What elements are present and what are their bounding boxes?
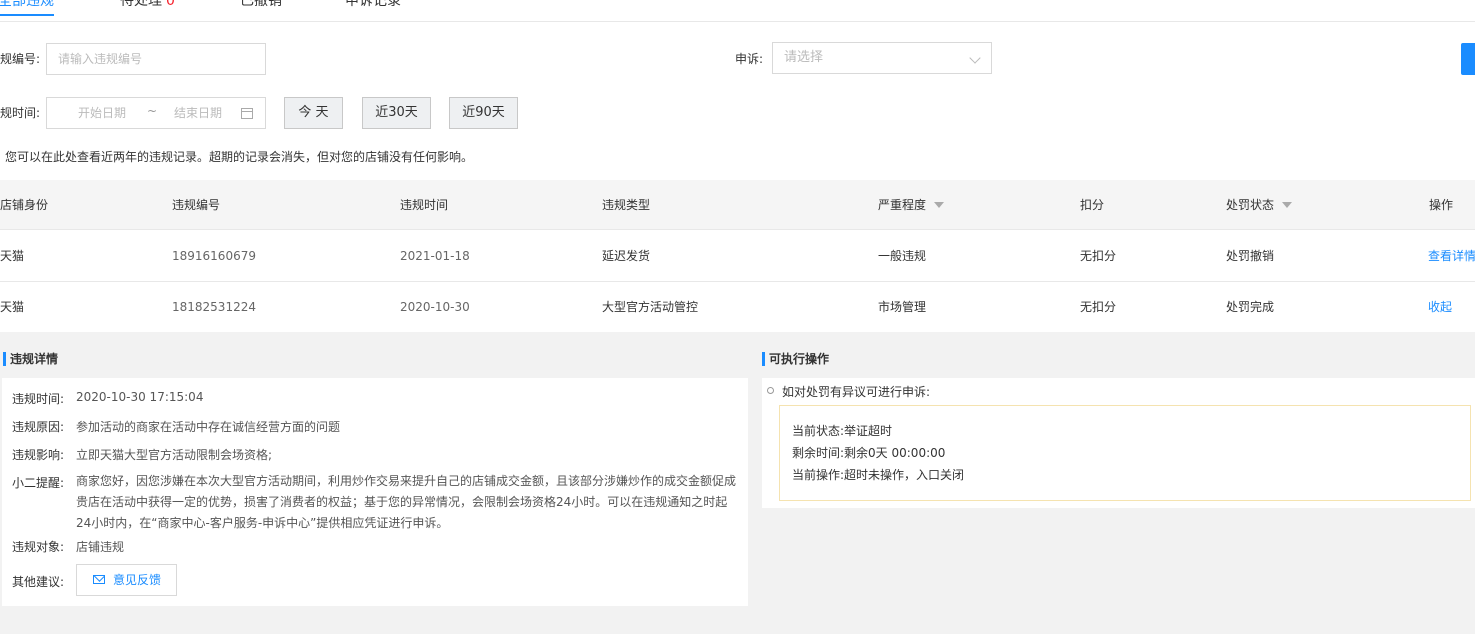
detail-target-value: 店铺违规 — [76, 540, 125, 554]
tab-all-violations[interactable]: 全部违规 — [0, 0, 54, 16]
row-violation-time: 2020-10-30 — [400, 300, 470, 314]
col-violation-id: 违规编号 — [172, 198, 221, 212]
table-row: 天猫 18916160679 2021-01-18 延迟发货 一般违规 无扣分 … — [0, 231, 1475, 282]
detail-reminder-key: 小二提醒: — [12, 476, 65, 490]
col-shop-identity: 店铺身份 — [0, 198, 49, 212]
collapse-link[interactable]: 收起 — [1428, 282, 1452, 332]
row-severity: 一般违规 — [878, 249, 927, 263]
table-row: 天猫 18182531224 2020-10-30 大型官方活动管控 市场管理 … — [0, 282, 1475, 333]
filter-icon[interactable] — [1282, 201, 1293, 208]
violation-time-label: 规时间: — [0, 106, 41, 120]
col-deduction: 扣分 — [1080, 198, 1105, 212]
col-violation-type: 违规类型 — [602, 198, 651, 212]
records-notice: 您可以在此处查看近两年的违规记录。超期的记录会消失，但对您的店铺没有任何影响。 — [5, 150, 474, 164]
tab-revoked[interactable]: 已撤销 — [240, 0, 282, 10]
available-actions-title: 可执行操作 — [762, 352, 829, 366]
row-penalty-status: 处罚撤销 — [1226, 249, 1275, 263]
appeal-select-placeholder: 请选择 — [784, 50, 824, 65]
calendar-icon — [241, 108, 253, 119]
col-penalty-status-label: 处罚状态 — [1226, 198, 1275, 212]
detail-reminder-value: 商家您好，因您涉嫌在本次大型官方活动期间，利用炒作交易来提升自己的店铺成交金额，… — [76, 474, 737, 530]
row-deduction: 无扣分 — [1080, 300, 1117, 314]
col-severity: 严重程度 — [878, 180, 945, 230]
today-button[interactable]: 今 天 — [284, 97, 343, 129]
detail-impact-key: 违规影响: — [12, 448, 65, 462]
row-violation-id: 18916160679 — [172, 249, 256, 263]
feedback-button[interactable]: 意见反馈 — [76, 564, 177, 596]
view-details-link[interactable]: 查看详情 — [1428, 231, 1475, 281]
tab-label: 已撤销 — [240, 0, 282, 9]
search-button[interactable] — [1461, 43, 1475, 75]
detail-impact-value: 立即天猫大型官方活动限制会场资格; — [76, 448, 273, 462]
detail-time-value: 2020-10-30 17:15:04 — [76, 390, 204, 404]
filter-icon[interactable] — [934, 201, 945, 208]
start-date-placeholder: 开始日期 — [78, 106, 127, 120]
pending-count-badge: 0 — [166, 0, 175, 9]
date-range-picker[interactable]: 开始日期 ~ 结束日期 — [46, 97, 266, 129]
tab-appeal-records[interactable]: 申诉记录 — [345, 0, 401, 10]
tab-label: 全部违规 — [0, 0, 54, 9]
detail-time-key: 违规时间: — [12, 392, 65, 406]
col-severity-label: 严重程度 — [878, 198, 927, 212]
row-violation-id: 18182531224 — [172, 300, 256, 314]
current-operation-value: 超时未操作，入口关闭 — [844, 468, 965, 482]
row-violation-time: 2021-01-18 — [400, 249, 470, 263]
table-header: 店铺身份 违规编号 违规时间 违规类型 严重程度 扣分 处罚状态 操作 — [0, 180, 1475, 230]
date-range-separator: ~ — [147, 104, 158, 118]
appeal-hint: 如对处罚有异议可进行申诉: — [782, 385, 931, 399]
col-violation-time: 违规时间 — [400, 198, 449, 212]
appeal-status-box: 当前状态:举证超时 剩余时间:剩余0天 00:00:00 当前操作:超时未操作，… — [779, 405, 1471, 501]
appeal-select[interactable]: 请选择 — [772, 42, 992, 74]
current-operation: 当前操作:超时未操作，入口关闭 — [792, 466, 964, 483]
row-penalty-status: 处罚完成 — [1226, 300, 1275, 314]
remaining-time-key: 剩余时间: — [792, 446, 845, 460]
detail-suggest-key: 其他建议: — [12, 575, 65, 589]
violation-id-input[interactable]: 请输入违规编号 — [46, 43, 266, 75]
tab-label: 申诉记录 — [345, 0, 401, 9]
last-30-days-button[interactable]: 近30天 — [362, 97, 431, 129]
chevron-down-icon — [969, 52, 981, 64]
tab-bar: 全部违规 待处理 0 已撤销 申诉记录 — [0, 0, 1475, 22]
current-operation-key: 当前操作: — [792, 468, 845, 482]
row-shop-identity: 天猫 — [0, 249, 25, 263]
violation-id-placeholder: 请输入违规编号 — [58, 52, 143, 66]
violation-records-page: 全部违规 待处理 0 已撤销 申诉记录 规编号: 请输入违规编号 申诉: 请选择 … — [0, 0, 1475, 634]
mail-icon — [93, 575, 105, 584]
detail-target-key: 违规对象: — [12, 540, 65, 554]
feedback-button-label: 意见反馈 — [113, 573, 162, 587]
violation-id-label: 规编号: — [0, 52, 41, 66]
remaining-time: 剩余时间:剩余0天 00:00:00 — [792, 444, 945, 461]
last-90-days-button[interactable]: 近90天 — [449, 97, 518, 129]
remaining-time-value: 剩余0天 00:00:00 — [844, 446, 946, 460]
col-penalty-status: 处罚状态 — [1226, 180, 1293, 230]
end-date-placeholder: 结束日期 — [174, 106, 223, 120]
current-status-key: 当前状态: — [792, 424, 845, 438]
detail-reason-value: 参加活动的商家在活动中存在诚信经营方面的问题 — [76, 420, 341, 434]
row-violation-type: 延迟发货 — [602, 249, 651, 263]
tab-pending[interactable]: 待处理 0 — [120, 0, 175, 10]
violation-detail-title: 违规详情 — [3, 352, 58, 366]
tab-label: 待处理 — [120, 0, 162, 9]
current-status: 当前状态:举证超时 — [792, 422, 892, 439]
circle-bullet-icon — [767, 387, 774, 394]
row-severity: 市场管理 — [878, 300, 927, 314]
row-shop-identity: 天猫 — [0, 300, 25, 314]
detail-reason-key: 违规原因: — [12, 420, 65, 434]
col-operation: 操作 — [1429, 198, 1454, 212]
row-deduction: 无扣分 — [1080, 249, 1117, 263]
current-status-value: 举证超时 — [844, 424, 893, 438]
appeal-label: 申诉: — [735, 52, 764, 66]
row-violation-type: 大型官方活动管控 — [602, 300, 699, 314]
